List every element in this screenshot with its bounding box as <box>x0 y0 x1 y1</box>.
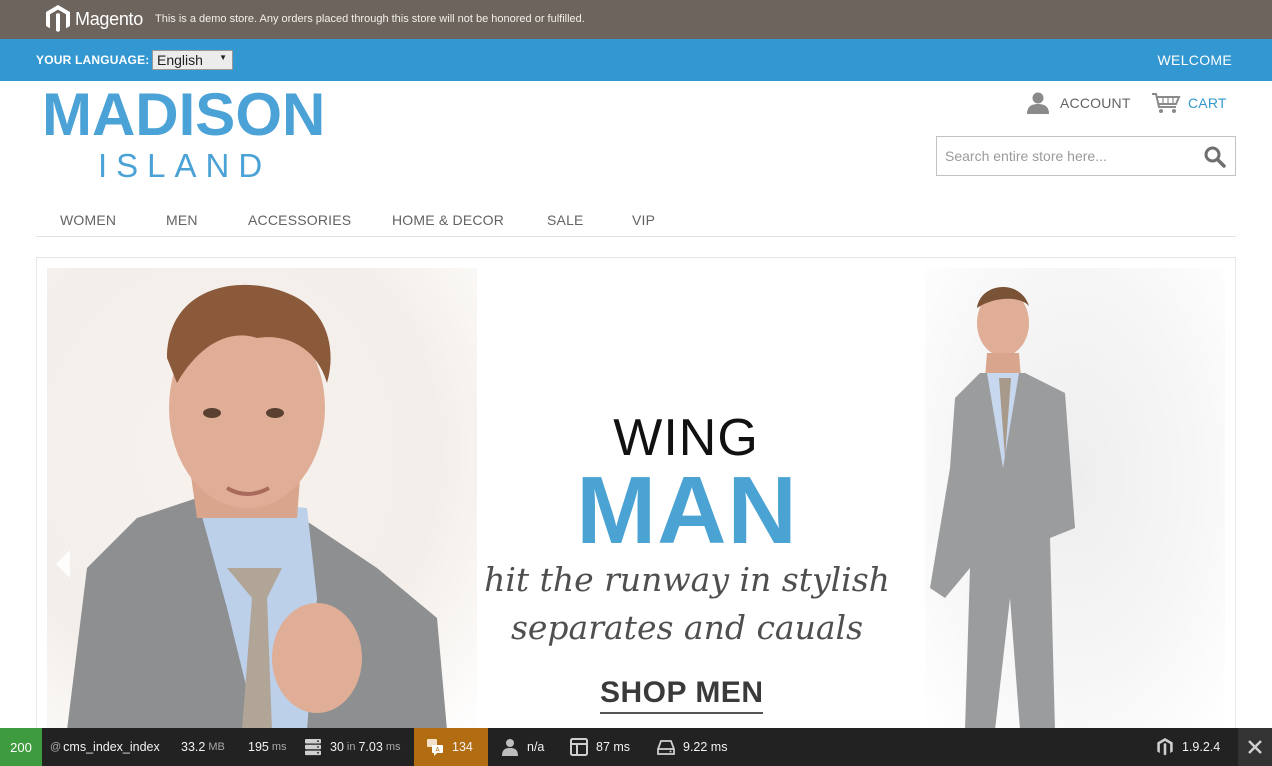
debug-queries-panel[interactable]: 30 in 7.03 ms <box>304 728 400 766</box>
queries-in-label: in <box>346 741 356 753</box>
debug-toolbar: 200 @ cms_index_index 33.2 MB 195 ms 30 … <box>0 728 1272 766</box>
store-logo-sub[interactable]: ISLAND <box>98 148 271 184</box>
response-status-badge[interactable]: 200 <box>0 728 42 766</box>
memory-value: 33.2 <box>181 740 206 754</box>
debug-route-panel[interactable]: @ cms_index_index <box>50 728 160 766</box>
main-navigation: WOMEN MEN ACCESSORIES HOME & DECOR SALE … <box>36 203 1236 237</box>
language-bar: YOUR LANGUAGE: English ▼ WELCOME <box>0 39 1272 81</box>
debug-time-panel[interactable]: 195 ms <box>248 728 287 766</box>
queries-count: 30 <box>330 740 344 754</box>
queries-time: 7.03 <box>358 740 383 754</box>
slider-previous-arrow-icon[interactable] <box>54 548 72 580</box>
shop-men-link[interactable]: SHOP MEN <box>600 676 764 714</box>
search-input[interactable] <box>937 137 1197 175</box>
demo-store-notice: This is a demo store. Any orders placed … <box>155 13 585 25</box>
store-logo-main[interactable]: MADISON <box>42 84 325 146</box>
layout-icon <box>570 738 588 756</box>
language-label: YOUR LANGUAGE: <box>36 53 150 67</box>
nav-item-women[interactable]: WOMEN <box>60 212 116 228</box>
cart-icon <box>1152 93 1181 113</box>
language-select[interactable]: English ▼ <box>152 50 233 70</box>
nav-item-home-decor[interactable]: HOME & DECOR <box>392 212 504 228</box>
translation-icon: A <box>427 739 443 756</box>
user-icon <box>502 739 518 756</box>
model-portrait-image <box>67 284 447 730</box>
welcome-message: WELCOME <box>1157 52 1232 68</box>
promo-tagline-line-1: hit the runway in stylish <box>484 560 890 599</box>
nav-item-sale[interactable]: SALE <box>547 212 584 228</box>
debug-customer-panel[interactable]: n/a <box>501 728 544 766</box>
debug-layout-panel[interactable]: 87 ms <box>570 728 630 766</box>
debug-version-panel[interactable]: 1.9.2.4 <box>1156 728 1220 766</box>
debug-cache-panel[interactable]: 9.22 ms <box>657 728 727 766</box>
nav-item-accessories[interactable]: ACCESSORIES <box>248 212 351 228</box>
database-icon <box>305 739 321 756</box>
nav-item-men[interactable]: MEN <box>166 212 198 228</box>
account-link[interactable]: ACCOUNT <box>1026 92 1131 114</box>
hero-banner[interactable]: WING MAN hit the runway in stylish separ… <box>47 268 1225 730</box>
banner-photo-left <box>47 268 477 730</box>
demo-notice-bar: Magento This is a demo store. Any orders… <box>0 0 1272 39</box>
magento-version: 1.9.2.4 <box>1182 740 1221 754</box>
at-symbol: @ <box>50 741 62 753</box>
search-icon[interactable] <box>1203 145 1227 169</box>
time-unit: ms <box>271 741 287 753</box>
debug-translations-panel[interactable]: A 134 <box>414 728 488 766</box>
language-select-value: English <box>157 52 203 68</box>
magento-logo[interactable]: Magento <box>46 5 143 33</box>
close-icon <box>1248 740 1262 754</box>
cart-link[interactable]: CART <box>1151 92 1227 114</box>
debug-toolbar-close-button[interactable] <box>1238 728 1272 766</box>
promo-tagline-line-2: separates and cauals <box>510 608 864 647</box>
cache-time: 9.22 ms <box>683 740 728 754</box>
customer-value: n/a <box>527 740 545 754</box>
translations-count: 134 <box>452 740 473 754</box>
debug-memory-panel[interactable]: 33.2 MB <box>181 728 225 766</box>
account-icon <box>1027 92 1049 114</box>
time-value: 195 <box>248 740 269 754</box>
magento-logo-icon <box>46 5 70 32</box>
nav-item-vip[interactable]: VIP <box>632 212 655 228</box>
dropdown-arrow-icon: ▼ <box>219 53 227 62</box>
search-box <box>936 136 1236 176</box>
promo-headline-main: MAN <box>576 457 798 564</box>
cart-label: CART <box>1188 95 1227 111</box>
hard-drive-icon <box>657 740 675 755</box>
banner-photo-right <box>925 268 1225 730</box>
model-full-body-image <box>930 287 1075 730</box>
account-label: ACCOUNT <box>1060 95 1131 111</box>
magento-logo-text: Magento <box>75 8 143 29</box>
memory-unit: MB <box>208 741 225 753</box>
route-name: cms_index_index <box>63 740 160 754</box>
queries-unit: ms <box>385 741 401 753</box>
layout-time: 87 ms <box>596 740 631 754</box>
magento-version-icon <box>1157 738 1173 756</box>
